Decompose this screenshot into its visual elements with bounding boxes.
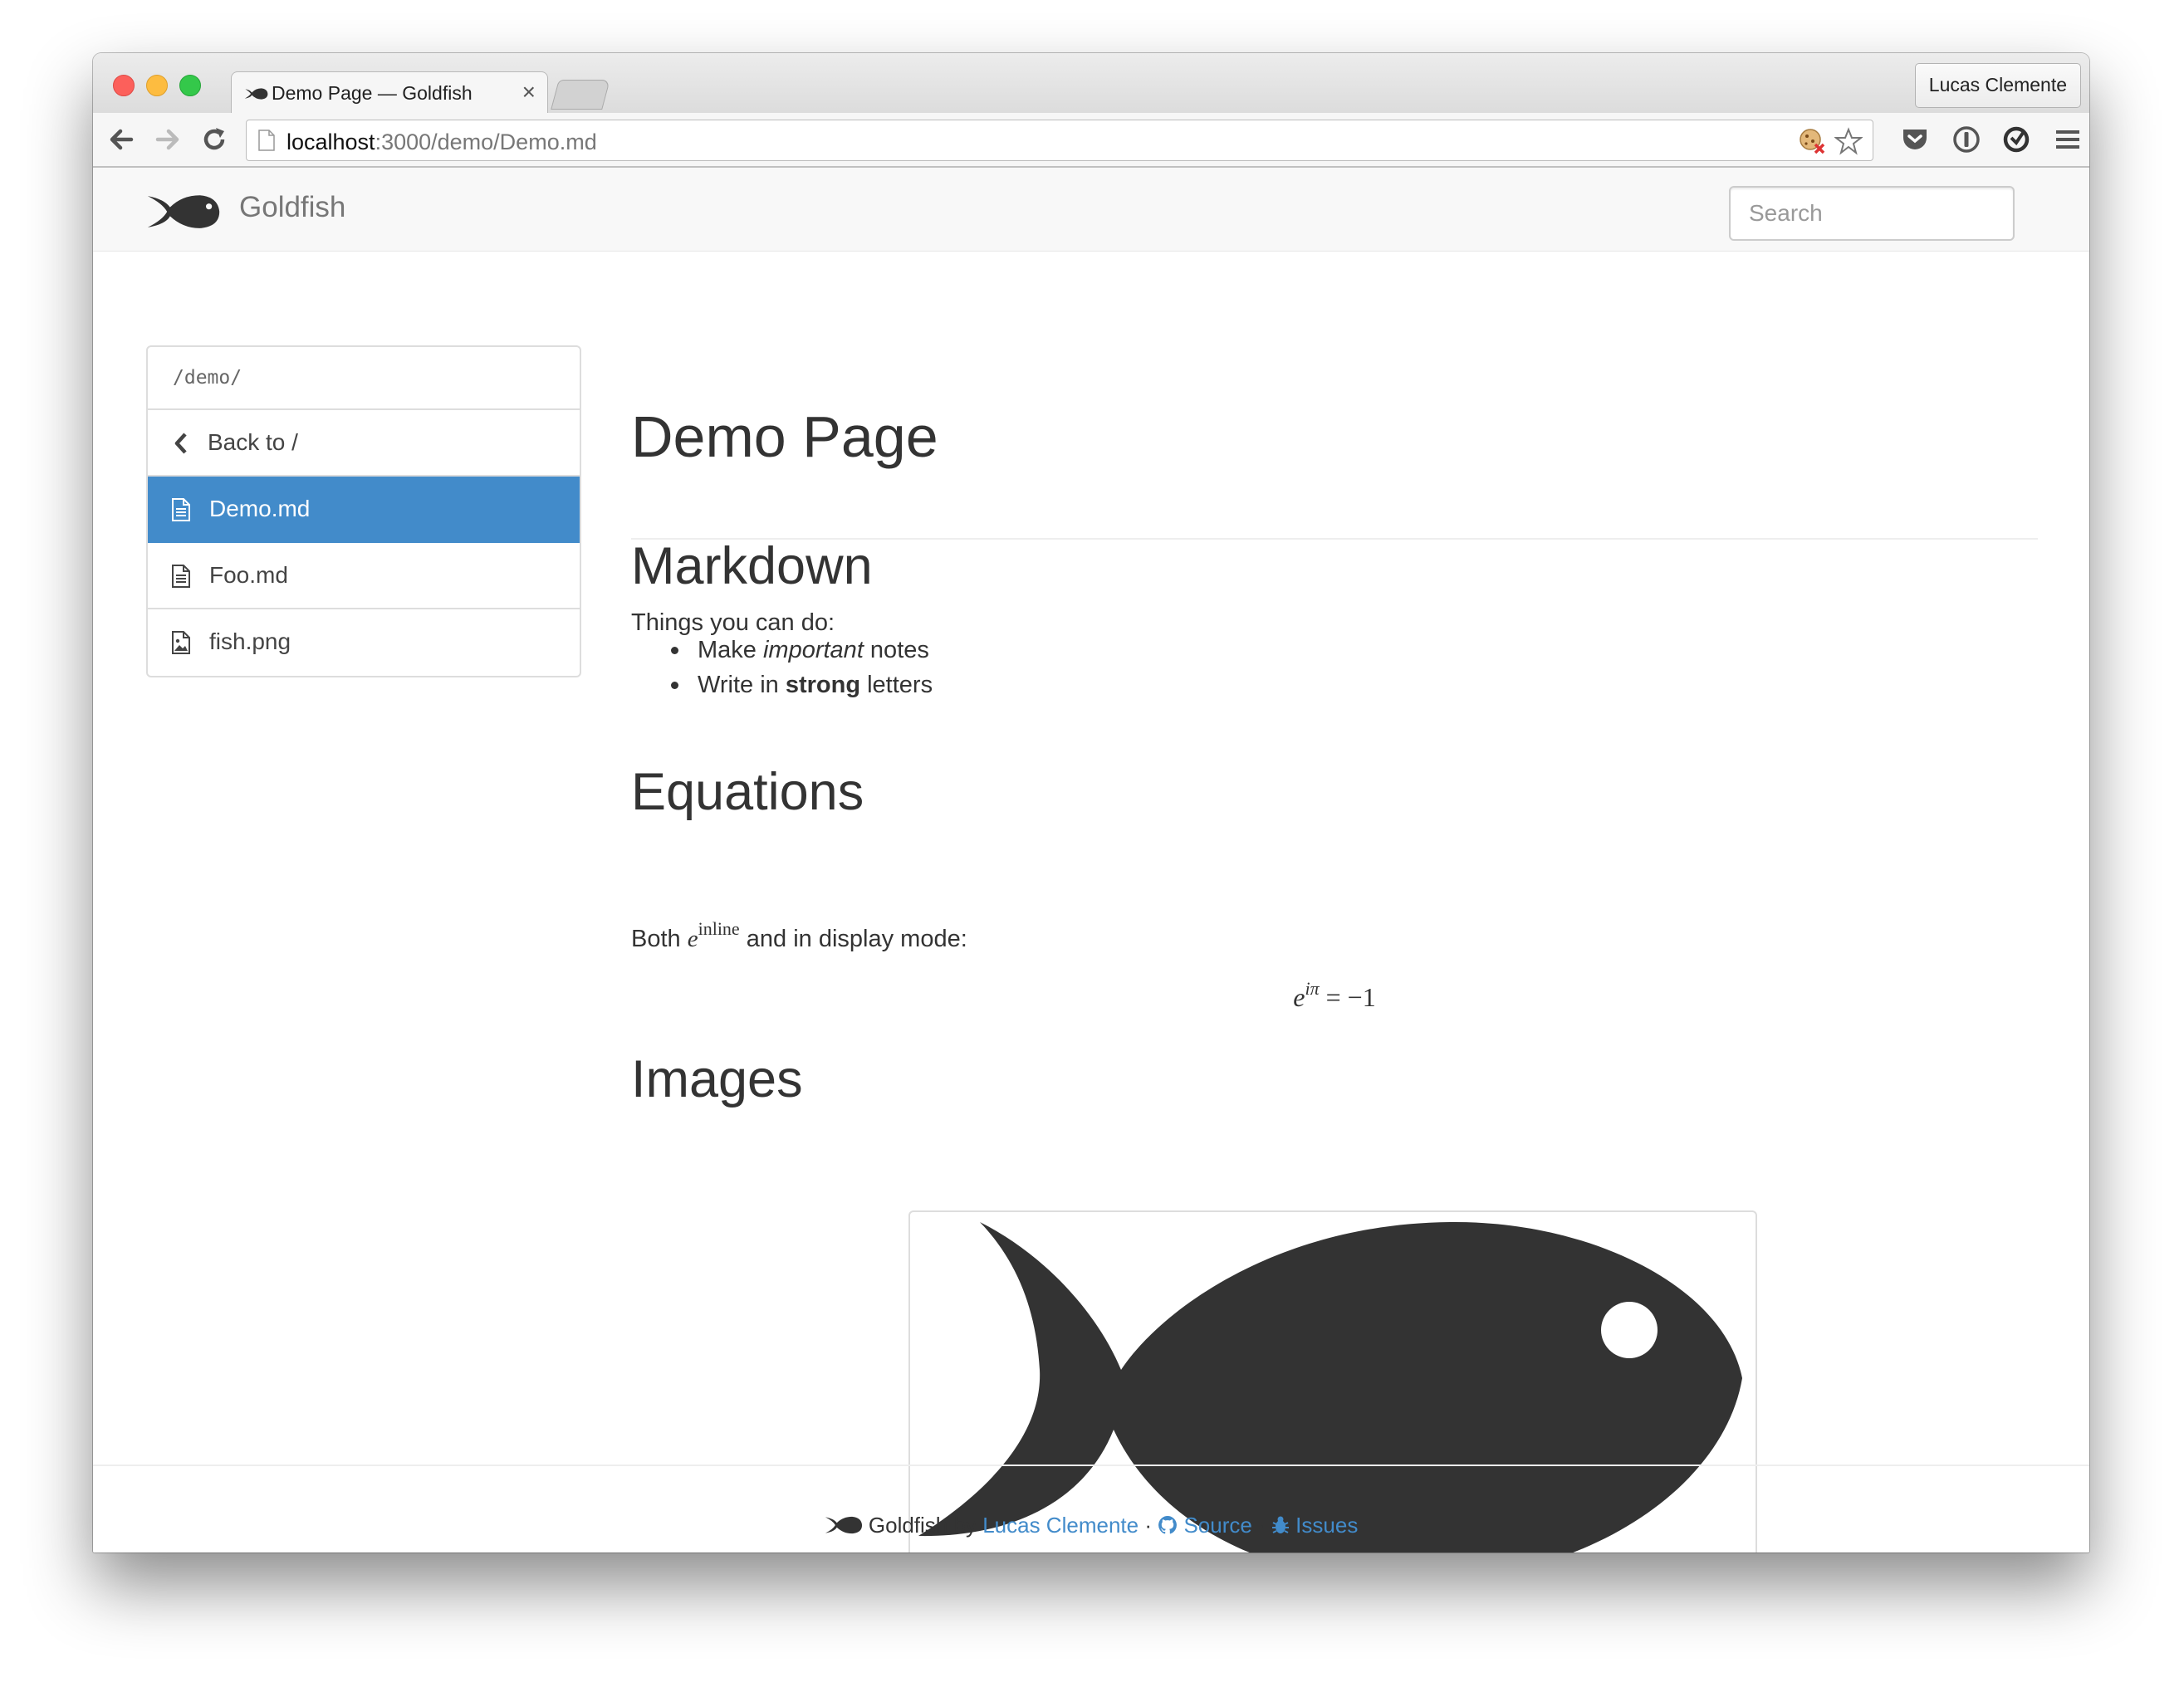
back-arrow-icon[interactable]: [106, 125, 136, 154]
author-link[interactable]: Lucas Clemente: [982, 1513, 1139, 1538]
sidebar-item-label: Demo.md: [209, 496, 311, 521]
sidebar-item-demo-md[interactable]: Demo.md: [148, 477, 580, 543]
fish-favicon-icon: [244, 88, 268, 100]
file-image-icon: [172, 631, 190, 654]
feature-list: Make important notes Write in strong let…: [670, 633, 933, 702]
equations-heading: Equations: [631, 763, 864, 821]
bookmark-star-icon[interactable]: [1834, 127, 1863, 155]
current-directory: /demo/: [148, 347, 580, 410]
display-math: eiπ = −1: [1293, 978, 1376, 1012]
tab-demo-page[interactable]: Demo Page — Goldfish ×: [231, 71, 548, 115]
tab-close-icon[interactable]: ×: [522, 79, 536, 105]
page-title: Demo Page: [631, 404, 938, 469]
address-bar[interactable]: localhost:3000/demo/Demo.md: [246, 120, 1873, 161]
site-footer: Goldfish by Lucas Clemente · Source · Is…: [93, 1513, 2089, 1538]
github-icon: [1158, 1516, 1178, 1534]
inline-math: einline: [687, 918, 740, 952]
sidebar-item-fish-png[interactable]: fish.png: [148, 609, 580, 676]
site-navbar: Goldfish: [93, 168, 2089, 252]
pocket-icon[interactable]: [1900, 125, 1930, 154]
fish-image: [908, 1210, 1757, 1553]
zoom-window-button[interactable]: [179, 75, 201, 96]
file-sidebar: /demo/ Back to / Demo.md Foo.md fish.png: [146, 345, 581, 677]
minimize-window-button[interactable]: [146, 75, 168, 96]
fish-logo-icon: [825, 1516, 862, 1534]
browser-window: Demo Page — Goldfish × Lucas Clemente lo…: [93, 53, 2089, 1553]
sidebar-item-label: Foo.md: [209, 562, 288, 588]
equations-text: Both einline and in display mode:: [631, 918, 967, 952]
password-manager-icon[interactable]: [1951, 125, 1981, 154]
file-text-icon: [172, 565, 190, 588]
fish-illustration: [918, 1221, 1742, 1553]
close-window-button[interactable]: [113, 75, 135, 96]
tab-title: Demo Page — Goldfish: [272, 82, 473, 104]
list-item: Make important notes: [670, 633, 933, 667]
issues-link[interactable]: Issues: [1271, 1513, 1358, 1538]
back-link[interactable]: Back to /: [148, 410, 580, 477]
sidebar-item-label: fish.png: [209, 628, 291, 654]
file-text-icon: [172, 498, 190, 521]
cookie-blocked-icon[interactable]: [1798, 127, 1826, 155]
browser-toolbar: localhost:3000/demo/Demo.md: [93, 113, 2089, 168]
markdown-heading: Markdown: [631, 537, 873, 595]
source-link[interactable]: Source: [1158, 1513, 1252, 1538]
reload-icon[interactable]: [199, 125, 229, 154]
brand-name[interactable]: Goldfish: [239, 191, 345, 224]
menu-hamburger-icon[interactable]: [2053, 125, 2083, 154]
images-heading: Images: [631, 1050, 803, 1108]
new-tab-button[interactable]: [551, 80, 610, 110]
search-input[interactable]: [1729, 186, 2015, 241]
sync-extension-icon[interactable]: [2001, 125, 2031, 154]
chevron-left-icon: [174, 433, 187, 454]
forward-arrow-icon[interactable]: [153, 125, 183, 154]
footer-divider: [93, 1465, 2089, 1466]
web-page: Goldfish /demo/ Back to / Demo.md: [93, 168, 2089, 1553]
back-label: Back to /: [208, 429, 298, 455]
sidebar-item-foo-md[interactable]: Foo.md: [148, 543, 580, 609]
url-text: localhost:3000/demo/Demo.md: [286, 130, 597, 154]
goldfish-logo-icon[interactable]: [146, 193, 221, 231]
tab-strip: Demo Page — Goldfish × Lucas Clemente: [93, 53, 2089, 115]
profile-button[interactable]: Lucas Clemente: [1914, 63, 2081, 108]
page-icon: [258, 130, 275, 151]
footer-brand: Goldfish: [868, 1513, 948, 1538]
bug-icon: [1271, 1516, 1289, 1533]
list-item: Write in strong letters: [670, 667, 933, 702]
